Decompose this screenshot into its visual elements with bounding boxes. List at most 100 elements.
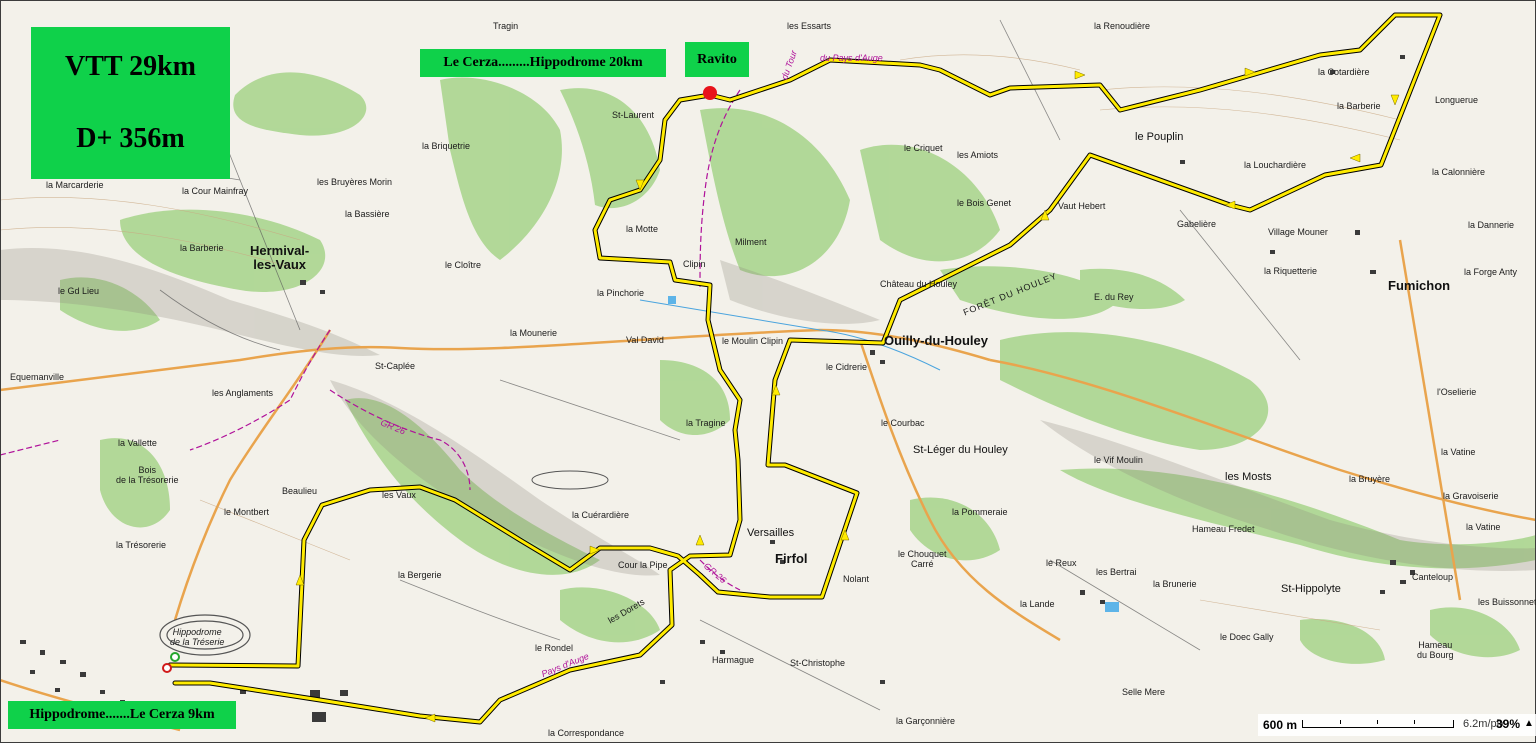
place-la-pommeraie: la Pommeraie xyxy=(952,507,1008,517)
place-st-hippolyte: St-Hippolyte xyxy=(1281,583,1341,595)
place-clipin: Clipin xyxy=(683,259,706,269)
aid-station-label: Ravito xyxy=(685,42,749,77)
place-fumichon: Fumichon xyxy=(1388,278,1451,293)
scale-bar: 600 m 6.2m/pix 39% ▲ xyxy=(1258,714,1536,736)
place-la-barberie: la Barberie xyxy=(1337,101,1381,111)
place-l-oselierie: l'Oselierie xyxy=(1437,387,1477,397)
place-la-bassiere: la Bassière xyxy=(345,209,390,219)
place-la-bergerie: la Bergerie xyxy=(398,570,442,580)
place-ouilly-du-houley: Ouilly-du-Houley xyxy=(884,333,988,348)
place-les-amiots: les Amiots xyxy=(957,150,999,160)
place-vaut-hebert: Vaut Hebert xyxy=(1058,201,1106,211)
scale-tick xyxy=(1340,720,1341,724)
route-summary-box: VTT 29km D+ 356m xyxy=(31,27,230,179)
place-la-marcarderie: la Marcarderie xyxy=(46,180,104,190)
place-la-pinchorie: la Pinchorie xyxy=(597,288,645,298)
leg2-label: Le Cerza.........Hippodrome 20km xyxy=(420,49,666,77)
place-longuerue: Longuerue xyxy=(1435,95,1479,105)
place-moulin-clipin: le Moulin Clipin xyxy=(722,336,784,346)
place-les-buissonnets: les Buissonnets xyxy=(1478,597,1536,607)
place-la-tragine: la Tragine xyxy=(686,418,726,428)
place-le-cidrerie: le Cidrerie xyxy=(826,362,868,372)
place-st-christophe: St-Christophe xyxy=(790,658,846,668)
place-le-pouplin: le Pouplin xyxy=(1135,131,1184,143)
place-les-bruyeres: les Bruyères Morin xyxy=(317,177,393,187)
place-milment: Milment xyxy=(735,237,767,247)
place-la-dannerie: la Dannerie xyxy=(1468,220,1515,230)
place-le-reux: le Reux xyxy=(1046,558,1077,568)
place-st-caplee: St-Caplée xyxy=(375,361,416,371)
place-nolant: Nolant xyxy=(843,574,870,584)
place-st-laurent: St-Laurent xyxy=(612,110,655,120)
mtb-route xyxy=(167,12,1443,725)
training-track xyxy=(531,470,609,490)
place-la-briquetrie: la Briquetrie xyxy=(422,141,471,151)
scale-tick xyxy=(1414,720,1415,724)
route-distance: VTT 29km xyxy=(65,51,196,82)
route-elevation: D+ 356m xyxy=(76,123,185,154)
place-versailles: Versailles xyxy=(747,527,795,539)
place-st-leger: St-Léger du Houley xyxy=(913,444,1008,456)
place-hermival: Hermival- les-Vaux xyxy=(250,243,310,272)
place-le-gd-lieu: le Gd Lieu xyxy=(58,286,100,296)
place-la-motte: la Motte xyxy=(626,224,659,234)
zoom-level[interactable]: 39% xyxy=(1496,717,1520,731)
place-le-rondel: le Rondel xyxy=(535,643,574,653)
place-hameau-du-bourg: Hameau du Bourg xyxy=(1417,640,1454,660)
place-la-garconniere: la Garçonnière xyxy=(896,716,956,726)
scale-ruler xyxy=(1302,720,1454,728)
place-selle-mere: Selle Mere xyxy=(1122,687,1166,697)
forest-areas xyxy=(60,72,1536,664)
scale-distance: 600 m xyxy=(1263,718,1298,732)
place-tragin: Tragin xyxy=(493,21,519,31)
place-la-calonniere: la Calonnière xyxy=(1432,167,1486,177)
topographic-map[interactable] xyxy=(0,0,1536,743)
place-canteloup: Canteloup xyxy=(1412,572,1454,582)
place-village-mouner: Village Mouner xyxy=(1268,227,1328,237)
place-la-cotardiere: la Cotardière xyxy=(1318,67,1370,77)
place-la-gravoiserie: la Gravoiserie xyxy=(1443,491,1499,501)
place-la-brunerie: la Brunerie xyxy=(1153,579,1197,589)
place-le-vif-moulin: le Vif Moulin xyxy=(1094,455,1143,465)
place-le-criquet: le Criquet xyxy=(904,143,943,153)
place-bois-tresorerie: Bois de la Trésorerie xyxy=(116,465,179,485)
place-e-du-rey: E. du Rey xyxy=(1094,292,1134,302)
place-la-louchardiere: la Louchardière xyxy=(1244,160,1307,170)
place-le-doec-gally: le Doec Gally xyxy=(1220,632,1274,642)
place-la-bruyere: la Bruyère xyxy=(1349,474,1391,484)
place-beaulieu: Beaulieu xyxy=(282,486,318,496)
place-la-cour-mainfray: la Cour Mainfray xyxy=(182,186,249,196)
label-pays-auge-north: du Pays d'Auge xyxy=(820,53,883,63)
place-le-bois-genet: le Bois Genet xyxy=(957,198,1012,208)
place-harmague: Harmague xyxy=(712,655,755,665)
place-la-barberie-west: la Barberie xyxy=(180,243,224,253)
leg1-label: Hippodrome.......Le Cerza 9km xyxy=(8,701,236,729)
place-les-vaux: les Vaux xyxy=(382,490,416,500)
place-le-courbac: le Courbac xyxy=(881,418,925,428)
collapse-arrow-icon[interactable]: ▲ xyxy=(1524,718,1534,729)
place-la-forge-anty: la Forge Anty xyxy=(1464,267,1518,277)
place-la-vatine: la Vatine xyxy=(1441,447,1476,457)
place-la-vatine-south: la Vatine xyxy=(1466,522,1501,532)
place-hameau-fredet: Hameau Fredet xyxy=(1192,524,1255,534)
place-les-anglaments: les Anglaments xyxy=(212,388,274,398)
place-val-david: Val David xyxy=(626,335,664,345)
place-la-mounerie: la Mounerie xyxy=(510,328,558,338)
place-la-vallette: la Vallette xyxy=(118,438,157,448)
place-hippodrome: Hippodrome de la Tréserie xyxy=(170,627,225,647)
place-les-bertrai: les Bertrai xyxy=(1096,567,1137,577)
place-le-montbert: le Montbert xyxy=(224,507,270,517)
place-les-essarts: les Essarts xyxy=(787,21,832,31)
place-la-renoudiere: la Renoudière xyxy=(1094,21,1151,31)
place-les-mosts: les Mosts xyxy=(1225,471,1272,483)
place-la-correspondance: la Correspondance xyxy=(548,728,625,738)
aid-station-marker[interactable] xyxy=(703,86,717,100)
place-cour-la-pipe: Cour la Pipe xyxy=(618,560,668,570)
place-la-cuerardiere: la Cuérardière xyxy=(572,510,630,520)
scale-tick xyxy=(1377,720,1378,724)
place-le-cloitre: le Cloître xyxy=(445,260,482,270)
place-firfol: Firfol xyxy=(775,551,808,566)
place-la-riquetterie: la Riquetterie xyxy=(1264,266,1318,276)
place-la-tresorerie: la Trésorerie xyxy=(116,540,167,550)
place-equemanville: Equemanville xyxy=(10,372,65,382)
